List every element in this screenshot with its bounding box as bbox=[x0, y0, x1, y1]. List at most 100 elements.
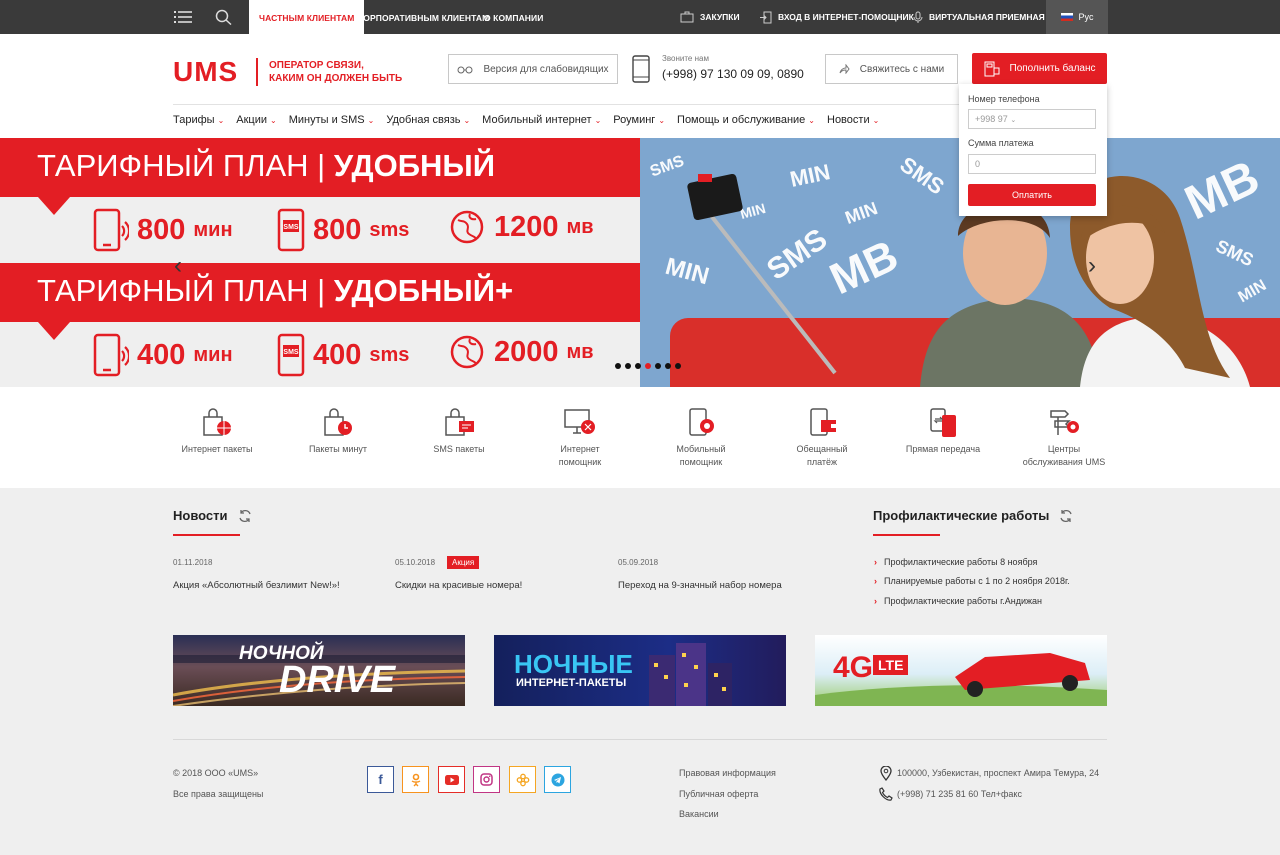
plan2-mb: 2000 мв bbox=[448, 333, 594, 371]
chevron-left-icon[interactable]: ‹ bbox=[174, 252, 182, 280]
slider-dot[interactable] bbox=[615, 363, 621, 369]
quick-promised-payment[interactable]: Обещанный платёж bbox=[772, 407, 872, 469]
quick-mobile-assistant[interactable]: Мобильный помощник bbox=[651, 407, 751, 469]
procurement-link[interactable]: ЗАКУПКИ bbox=[680, 0, 740, 34]
call-number[interactable]: (+998) 97 130 09 09, 0890 bbox=[662, 67, 804, 81]
quick-minute-packages[interactable]: Пакеты минут bbox=[288, 407, 388, 456]
plan2-sms-value: 400 bbox=[313, 338, 362, 371]
signpost-gear-icon bbox=[1050, 410, 1079, 435]
language-selector[interactable]: Рус bbox=[1046, 0, 1108, 34]
tab-private-clients[interactable]: ЧАСТНЫМ КЛИЕНТАМ bbox=[249, 0, 365, 34]
slider-dot[interactable] bbox=[675, 363, 681, 369]
vacancies-link[interactable]: Вакансии bbox=[679, 809, 719, 819]
plan2-sms-unit: sms bbox=[369, 343, 410, 366]
quick-internet-packages[interactable]: Интернет пакеты bbox=[167, 407, 267, 456]
facebook-icon[interactable]: f bbox=[367, 766, 394, 793]
procurement-label: ЗАКУПКИ bbox=[700, 12, 740, 22]
chevron-down-icon: ⌄ bbox=[872, 115, 880, 125]
nav-news[interactable]: Новости ⌄ bbox=[827, 114, 879, 126]
slider-dot[interactable] bbox=[665, 363, 671, 369]
nav-help[interactable]: Помощь и обслуживание ⌄ bbox=[677, 114, 815, 126]
quick-label: Интернет пакеты bbox=[181, 444, 253, 454]
shopping-bag-globe-icon bbox=[203, 408, 231, 436]
virtual-reception-link[interactable]: ВИРТУАЛЬНАЯ ПРИЕМНАЯ bbox=[913, 0, 1045, 34]
globe-icon bbox=[448, 333, 486, 371]
plan1-title: ТАРИФНЫЙ ПЛАН | УДОБНЫЙ bbox=[37, 148, 496, 183]
maintenance-item[interactable]: › Профилактические работы 8 ноября bbox=[874, 557, 1037, 567]
news-underline bbox=[173, 534, 240, 536]
top-up-dropdown: Номер телефона +998 97 ⌄ Сумма платежа 0… bbox=[959, 84, 1107, 216]
payment-amount-input[interactable]: 0 bbox=[968, 154, 1096, 174]
tab-about[interactable]: О КОМПАНИИ bbox=[484, 0, 543, 34]
chevron-down-icon: ⌄ bbox=[367, 115, 375, 125]
menu-icon[interactable] bbox=[174, 9, 192, 25]
refresh-icon[interactable] bbox=[1059, 509, 1073, 523]
slider-dot[interactable] bbox=[625, 363, 631, 369]
quick-internet-assistant[interactable]: Интернет помощник bbox=[530, 407, 630, 469]
slider-dot[interactable] bbox=[645, 363, 651, 369]
low-vision-button[interactable]: Версия для слабовидящих bbox=[448, 54, 618, 84]
chevron-down-icon: ⌄ bbox=[463, 115, 471, 125]
promo-4g-lte[interactable]: 4G LTE bbox=[815, 635, 1107, 706]
maintenance-item[interactable]: › Планируемые работы с 1 по 2 ноября 2018… bbox=[874, 576, 1070, 586]
slider-dot[interactable] bbox=[635, 363, 641, 369]
plan2-title: ТАРИФНЫЙ ПЛАН | УДОБНЫЙ+ bbox=[37, 273, 514, 308]
monitor-icon bbox=[564, 409, 595, 434]
nav-minutes-sms[interactable]: Минуты и SMS ⌄ bbox=[289, 114, 375, 126]
ums-logo[interactable]: UMS bbox=[173, 56, 238, 88]
nav-convenient-connection[interactable]: Удобная связь ⌄ bbox=[386, 114, 470, 126]
language-label: Рус bbox=[1078, 12, 1094, 22]
phone-number-input[interactable]: +998 97 ⌄ bbox=[968, 109, 1096, 129]
flower-app-icon[interactable] bbox=[509, 766, 536, 793]
promo-night-internet[interactable]: НОЧНЫЕ ИНТЕРНЕТ-ПАКЕТЫ bbox=[494, 635, 786, 706]
news-link[interactable]: Переход на 9-значный набор номера bbox=[618, 580, 782, 591]
plan1-strip: ТАРИФНЫЙ ПЛАН | УДОБНЫЙ bbox=[0, 138, 640, 197]
telegram-icon[interactable] bbox=[544, 766, 571, 793]
footer-divider bbox=[173, 739, 1107, 740]
contact-us-button[interactable]: Свяжитесь с нами bbox=[825, 54, 958, 84]
call-us-label: Звоните нам bbox=[662, 54, 709, 63]
nav-roaming[interactable]: Роуминг ⌄ bbox=[613, 114, 665, 126]
main-nav: Тарифы ⌄ Акции ⌄ Минуты и SMS ⌄ Удобная свя… bbox=[173, 114, 879, 126]
plan1-min-value: 800 bbox=[137, 213, 186, 246]
chevron-right-icon[interactable]: › bbox=[1088, 252, 1096, 280]
instagram-icon[interactable] bbox=[473, 766, 500, 793]
search-icon[interactable] bbox=[215, 9, 233, 25]
address: 100000, Узбекистан, проспект Амира Темур… bbox=[897, 768, 1100, 778]
chevron-down-icon: ⌄ bbox=[1010, 117, 1017, 124]
plan1-name: УДОБНЫЙ bbox=[333, 148, 496, 183]
maintenance-title[interactable]: Профилактические работы bbox=[873, 508, 1049, 523]
phone-number-label: Номер телефона bbox=[968, 94, 1040, 104]
nav-label: Мобильный интернет bbox=[482, 114, 592, 126]
svg-text:SMS: SMS bbox=[283, 349, 299, 356]
nav-promotions[interactable]: Акции ⌄ bbox=[236, 114, 276, 126]
refresh-icon[interactable] bbox=[238, 509, 252, 523]
youtube-icon[interactable] bbox=[438, 766, 465, 793]
quick-service-centers[interactable]: Центры обслуживания UMS bbox=[1014, 407, 1114, 469]
promo-night-drive[interactable]: НОЧНОЙ DRIVE bbox=[173, 635, 465, 706]
phone-prefix-select[interactable]: +998 97 bbox=[975, 114, 1008, 124]
news-link[interactable]: Акция «Абсолютный безлимит New!»! bbox=[173, 580, 340, 591]
news-link[interactable]: Скидки на красивые номера! bbox=[395, 580, 522, 591]
internet-assistant-login[interactable]: ВХОД В ИНТЕРНЕТ-ПОМОЩНИК bbox=[760, 0, 914, 34]
slider-dot[interactable] bbox=[655, 363, 661, 369]
top-up-balance-button[interactable]: Пополнить баланс bbox=[972, 53, 1107, 84]
maintenance-item[interactable]: › Профилактические работы г.Андижан bbox=[874, 596, 1042, 606]
pay-button[interactable]: Оплатить bbox=[968, 184, 1096, 206]
news-title[interactable]: Новости bbox=[173, 508, 228, 523]
tab-corporate-clients[interactable]: КОРПОРАТИВНЫМ КЛИЕНТАМ bbox=[358, 0, 489, 34]
footer-phone[interactable]: (+998) 71 235 81 60 Тел+факс bbox=[897, 789, 1022, 799]
plan2-notch bbox=[38, 322, 70, 340]
quick-label: Интернет помощник bbox=[530, 443, 630, 469]
top-bar: ЧАСТНЫМ КЛИЕНТАМ КОРПОРАТИВНЫМ КЛИЕНТАМ … bbox=[0, 0, 1280, 34]
quick-direct-transfer[interactable]: Прямая передача bbox=[893, 407, 993, 456]
quick-sms-packages[interactable]: SMS пакеты bbox=[409, 407, 509, 456]
maintenance-link: Профилактические работы г.Андижан bbox=[884, 596, 1043, 606]
public-offer-link[interactable]: Публичная оферта bbox=[679, 789, 758, 799]
plan1-sms-value: 800 bbox=[313, 213, 362, 246]
quick-label-line-2: помощник bbox=[679, 457, 723, 467]
nav-mobile-internet[interactable]: Мобильный интернет ⌄ bbox=[482, 114, 601, 126]
nav-tariffs[interactable]: Тарифы ⌄ bbox=[173, 114, 224, 126]
legal-info-link[interactable]: Правовая информация bbox=[679, 768, 776, 778]
odnoklassniki-icon[interactable] bbox=[402, 766, 429, 793]
